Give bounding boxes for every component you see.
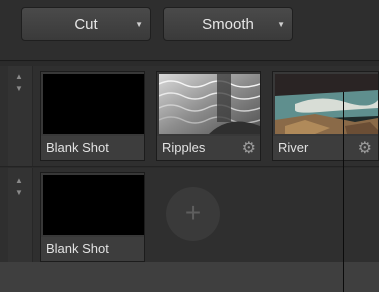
track-reorder-handle[interactable]: ▲ ▼ xyxy=(8,168,33,262)
move-up-icon[interactable]: ▲ xyxy=(15,176,23,185)
move-down-icon[interactable]: ▼ xyxy=(15,188,23,197)
clip-label: Blank Shot xyxy=(41,237,144,261)
move-up-icon[interactable]: ▲ xyxy=(15,72,23,81)
chevron-down-icon: ▼ xyxy=(277,20,285,29)
gear-icon[interactable]: ⚙ xyxy=(242,138,256,158)
clip-thumbnail xyxy=(159,74,260,134)
chevron-down-icon: ▼ xyxy=(135,20,143,29)
timeline-tracks: ▲ ▼ Blank Shot Ripples ⚙ River ⚙ ▲ ▼ Bla… xyxy=(0,62,379,263)
gear-icon[interactable]: ⚙ xyxy=(358,138,372,158)
track-row: ▲ ▼ Blank Shot Ripples ⚙ River ⚙ xyxy=(0,66,379,167)
track-reorder-handle[interactable]: ▲ ▼ xyxy=(8,66,33,166)
add-shot-button[interactable]: + xyxy=(166,187,220,241)
smoothing-dropdown[interactable]: Smooth ▼ xyxy=(163,7,293,41)
clip-label: Blank Shot xyxy=(41,136,144,160)
clip-thumbnail xyxy=(43,74,144,134)
clip[interactable]: Blank Shot xyxy=(40,172,145,262)
clip[interactable]: Blank Shot xyxy=(40,71,145,161)
plus-icon: + xyxy=(184,197,202,228)
move-down-icon[interactable]: ▼ xyxy=(15,84,23,93)
playhead[interactable] xyxy=(343,92,344,292)
toolbar: Cut ▼ Smooth ▼ xyxy=(0,0,379,61)
track-row: ▲ ▼ Blank Shot + xyxy=(0,168,379,263)
clip-thumbnail xyxy=(43,175,144,235)
clip[interactable]: Ripples ⚙ xyxy=(156,71,261,161)
smoothing-dropdown-label: Smooth xyxy=(202,16,254,33)
status-bar xyxy=(0,262,379,292)
clip[interactable]: River ⚙ xyxy=(272,71,379,161)
transition-dropdown[interactable]: Cut ▼ xyxy=(21,7,151,41)
transition-dropdown-label: Cut xyxy=(74,16,98,33)
clip-thumbnail xyxy=(275,74,378,134)
